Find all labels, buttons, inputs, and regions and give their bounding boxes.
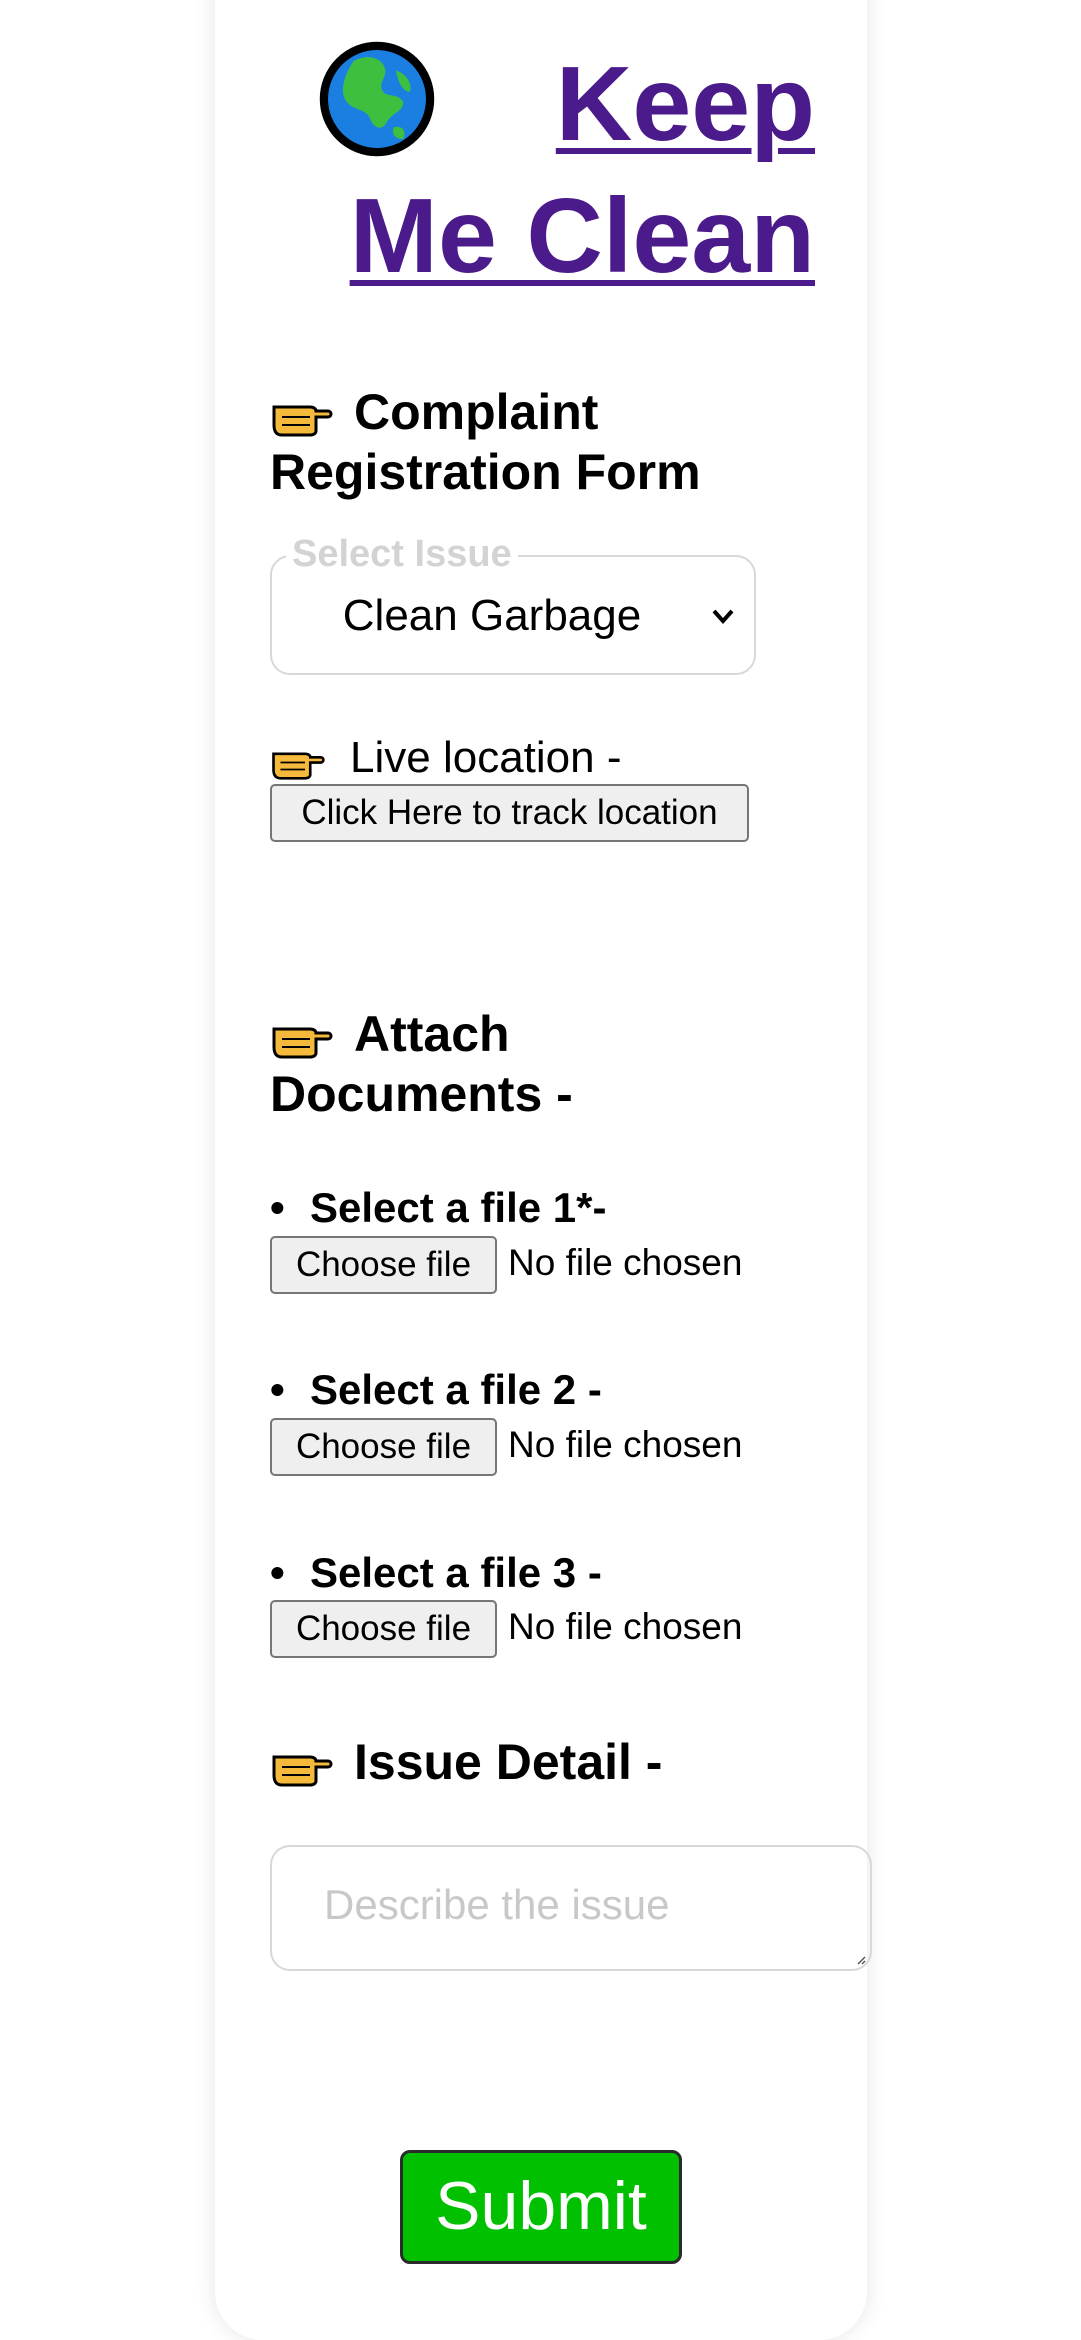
bullet: •: [270, 1366, 285, 1413]
complaint-heading-line1: Complaint: [354, 384, 599, 440]
chevron-down-icon: [712, 609, 734, 624]
live-location-label: Live location -: [270, 730, 621, 786]
select-legend: Select Issue: [286, 533, 518, 576]
resize-handle-icon[interactable]: [854, 1953, 866, 1965]
bullet: •: [270, 1549, 285, 1596]
issue-heading: Issue Detail -: [270, 1732, 662, 1792]
attach-heading-line1: Attach: [354, 1006, 510, 1062]
complaint-heading-line2: Registration Form: [270, 444, 701, 500]
file-3-status: No file chosen: [508, 1606, 743, 1647]
file-1-choose-button[interactable]: Choose file: [270, 1236, 497, 1294]
submit-button[interactable]: Submit: [400, 2150, 682, 2264]
pointing-hand-icon: [272, 1755, 333, 1787]
app-title-link[interactable]: Keep Me Clean: [295, 38, 815, 302]
title-line-1: Keep: [555, 45, 815, 163]
form-card: [215, 0, 867, 2340]
pointing-hand-icon: [272, 1027, 333, 1059]
bullet: •: [270, 1184, 285, 1231]
issue-description-textarea[interactable]: Describe the issue: [270, 1845, 872, 1971]
file-2-status: No file chosen: [508, 1424, 743, 1465]
file-1-label: • Select a file 1*-: [270, 1184, 607, 1231]
track-location-button[interactable]: Click Here to track location: [270, 784, 749, 842]
title-line-2: Me Clean: [349, 177, 815, 295]
file-3-label: • Select a file 3 -: [270, 1549, 602, 1596]
pointing-hand-icon: [272, 752, 325, 780]
live-location-text: Live location -: [350, 733, 622, 782]
attach-heading: Attach Documents -: [270, 1004, 573, 1124]
issue-placeholder: Describe the issue: [324, 1881, 670, 1928]
file-2-choose-button[interactable]: Choose file: [270, 1418, 497, 1476]
attach-heading-line2: Documents -: [270, 1066, 573, 1122]
select-value: Clean Garbage: [342, 591, 642, 640]
issue-heading-text: Issue Detail -: [354, 1734, 663, 1790]
file-3-choose-button[interactable]: Choose file: [270, 1600, 497, 1658]
pointing-hand-icon: [272, 405, 333, 437]
issue-select[interactable]: Select Issue Clean Garbage: [270, 533, 756, 675]
complaint-heading: Complaint Registration Form: [270, 382, 701, 502]
file-2-label: • Select a file 2 -: [270, 1366, 602, 1413]
file-1-status: No file chosen: [508, 1242, 743, 1283]
